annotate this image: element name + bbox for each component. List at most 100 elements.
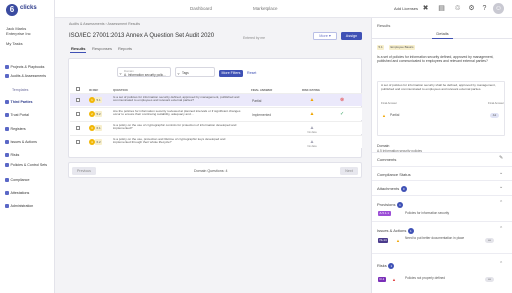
sidebar-item-issues[interactable]: Issues & Actions <box>5 140 53 145</box>
assign-button[interactable]: Assign <box>341 32 362 40</box>
registers-icon <box>5 127 9 132</box>
settings-icon[interactable]: ⚙ <box>467 4 476 13</box>
table-row[interactable]: 4 6.2 Is a policy on the use, protection a… <box>70 135 362 148</box>
third-parties-icon <box>5 100 9 105</box>
avatar[interactable]: ☺ <box>493 3 504 14</box>
active-tab-indicator <box>70 52 86 53</box>
sidebar-item-third-parties[interactable]: Third Parties <box>5 100 53 105</box>
provision-chip[interactable]: A.5.1.1 <box>378 211 391 216</box>
divider <box>372 253 512 254</box>
user-info[interactable]: Jack Marks Enterprise Inc <box>6 26 51 36</box>
issue-chip[interactable]: IS-14 <box>378 238 389 243</box>
add-licenses-link[interactable]: Add Licenses <box>394 6 418 11</box>
chevron-up-icon[interactable]: ⌃ <box>499 226 503 232</box>
breadcrumb[interactable]: Audits & Assessments › Assessment Result… <box>69 22 140 26</box>
issue-menu-icon[interactable]: ••• <box>485 238 494 243</box>
sidebar-item-audits[interactable]: Audits & Assessments <box>5 74 53 79</box>
row-checkbox[interactable] <box>76 112 80 116</box>
my-tasks-link[interactable]: My Tasks <box>6 41 23 46</box>
tags-filter-label: Tags <box>182 71 189 75</box>
table-row[interactable]: 1 5.1 Is a set of policies for information… <box>70 93 362 106</box>
final-answer-header-right: Final Answer <box>487 101 504 105</box>
divider <box>372 152 512 153</box>
row-final-answer: Partial <box>252 98 262 103</box>
comments-section[interactable]: Comments <box>377 157 396 162</box>
provisions-section[interactable]: Provisions 1 <box>377 202 403 208</box>
projects-icon <box>5 65 9 70</box>
tags-filter[interactable]: ▿ Tags <box>175 67 215 77</box>
compliance-icon <box>5 178 9 183</box>
warning-icon: ▲ <box>382 113 386 118</box>
row-question: Is a policy on the use, protection and l… <box>113 137 226 145</box>
more-button[interactable]: More ▾ <box>313 32 337 40</box>
domain-filter[interactable]: ▿ Domain A. Information security polic… <box>117 67 171 77</box>
question-ref-tag: 5.1 <box>377 45 385 50</box>
tab-results[interactable]: Results <box>71 46 85 51</box>
tab-details[interactable]: Details <box>372 30 512 39</box>
panel-question: Is a set of policies for information sec… <box>377 55 494 64</box>
help-icon[interactable]: ? <box>480 4 489 13</box>
sidebar-item-projects[interactable]: Projects & Playbooks <box>5 65 53 70</box>
risk-chip[interactable]: R-1 <box>378 277 386 282</box>
edit-icon[interactable]: ✎ <box>499 155 503 161</box>
chevron-down-icon[interactable]: ⌄ <box>499 184 503 190</box>
sidebar-item-compliance[interactable]: Compliance <box>5 178 53 183</box>
row-status-icon[interactable]: ✓ <box>340 111 344 117</box>
compliance-status-section[interactable]: Compliance Status <box>377 172 411 177</box>
answer-summary: A set of policies for information securi… <box>377 81 505 136</box>
issues-icon <box>5 140 9 145</box>
tab-reports[interactable]: Reports <box>118 46 132 51</box>
panel-title: Results <box>377 23 391 28</box>
attachments-count: 0 <box>400 186 407 192</box>
sidebar-item-administration[interactable]: Administration <box>5 204 53 209</box>
results-card: ▿ Domain A. Information security polic… … <box>68 58 362 158</box>
sidebar-item-attestations[interactable]: Attestations <box>5 191 53 196</box>
administration-icon <box>5 204 9 209</box>
bell-icon[interactable]: ♲ <box>453 4 462 13</box>
row-status-icon[interactable]: ⊗ <box>340 97 344 103</box>
header-id-ref[interactable]: ID REF <box>89 88 98 92</box>
chevron-up-icon[interactable]: ⌃ <box>499 200 503 206</box>
tab-responses[interactable]: Responses <box>92 46 112 51</box>
chevron-down-icon[interactable]: ⌄ <box>499 170 503 176</box>
divider <box>372 180 512 181</box>
previous-button[interactable]: Previous <box>72 167 96 175</box>
row-id-ref: 5.1 <box>95 97 103 103</box>
brand-name: clicks <box>20 5 37 11</box>
chart-icon[interactable]: ▤ <box>437 4 446 13</box>
row-risk-icon: ▲ No data <box>307 125 317 134</box>
sidebar-item-registers[interactable]: Registers <box>5 127 53 132</box>
table-row[interactable]: 3 6.1 Is a policy on the use of cryptograp… <box>70 121 362 134</box>
risk-menu-icon[interactable]: ••• <box>485 277 494 282</box>
sidebar-item-trust-portal[interactable]: Trust Portal <box>5 113 53 118</box>
domain-filter-value: A. Information security polic… <box>124 73 167 77</box>
row-risk-icon: ▲ No data <box>307 139 317 148</box>
tools-icon[interactable]: ✖ <box>421 4 430 13</box>
sidebar-item-risks[interactable]: Risks <box>5 153 53 158</box>
row-checkbox[interactable] <box>76 98 80 102</box>
row-id-ref: 5.2 <box>95 111 103 117</box>
more-filters-button[interactable]: More Filters <box>219 70 243 77</box>
row-checkbox[interactable] <box>76 140 80 144</box>
header-risk-rating[interactable]: RISK RATING <box>302 88 320 92</box>
chevron-up-icon[interactable]: ⌃ <box>499 261 503 267</box>
reset-link[interactable]: Reset <box>247 71 256 75</box>
table-row[interactable]: 2 5.2 Are the policies for information sec… <box>70 107 362 120</box>
page-title: ISO/IEC 27001:2013 Annex A Question Set … <box>69 33 215 39</box>
row-question: Are the policies for information securit… <box>113 109 241 117</box>
row-id-ref: 6.2 <box>95 139 103 145</box>
sidebar-item-templates[interactable]: Templates <box>12 88 60 92</box>
header-final-answer[interactable]: FINAL ANSWER <box>251 88 272 92</box>
sidebar-item-policies[interactable]: Policies & Control Sets <box>5 163 53 168</box>
header-question[interactable]: QUESTION <box>113 88 128 92</box>
issues-actions-section[interactable]: Issues & Actions 1 <box>377 228 414 234</box>
attachments-section[interactable]: Attachments 0 <box>377 186 407 192</box>
sidebar: 6 clicks Jack Marks Enterprise Inc My Ta… <box>0 0 55 293</box>
nav-dashboard[interactable]: Dashboard <box>190 6 212 11</box>
risks-section[interactable]: Risks 1 <box>377 263 395 269</box>
brand-logo-icon[interactable]: 6 <box>6 4 18 16</box>
issue-text: Need to put better documentation in plac… <box>405 236 465 240</box>
row-checkbox[interactable] <box>76 126 80 130</box>
nav-marketplace[interactable]: Marketplace <box>253 6 278 11</box>
next-button[interactable]: Next <box>340 167 358 175</box>
